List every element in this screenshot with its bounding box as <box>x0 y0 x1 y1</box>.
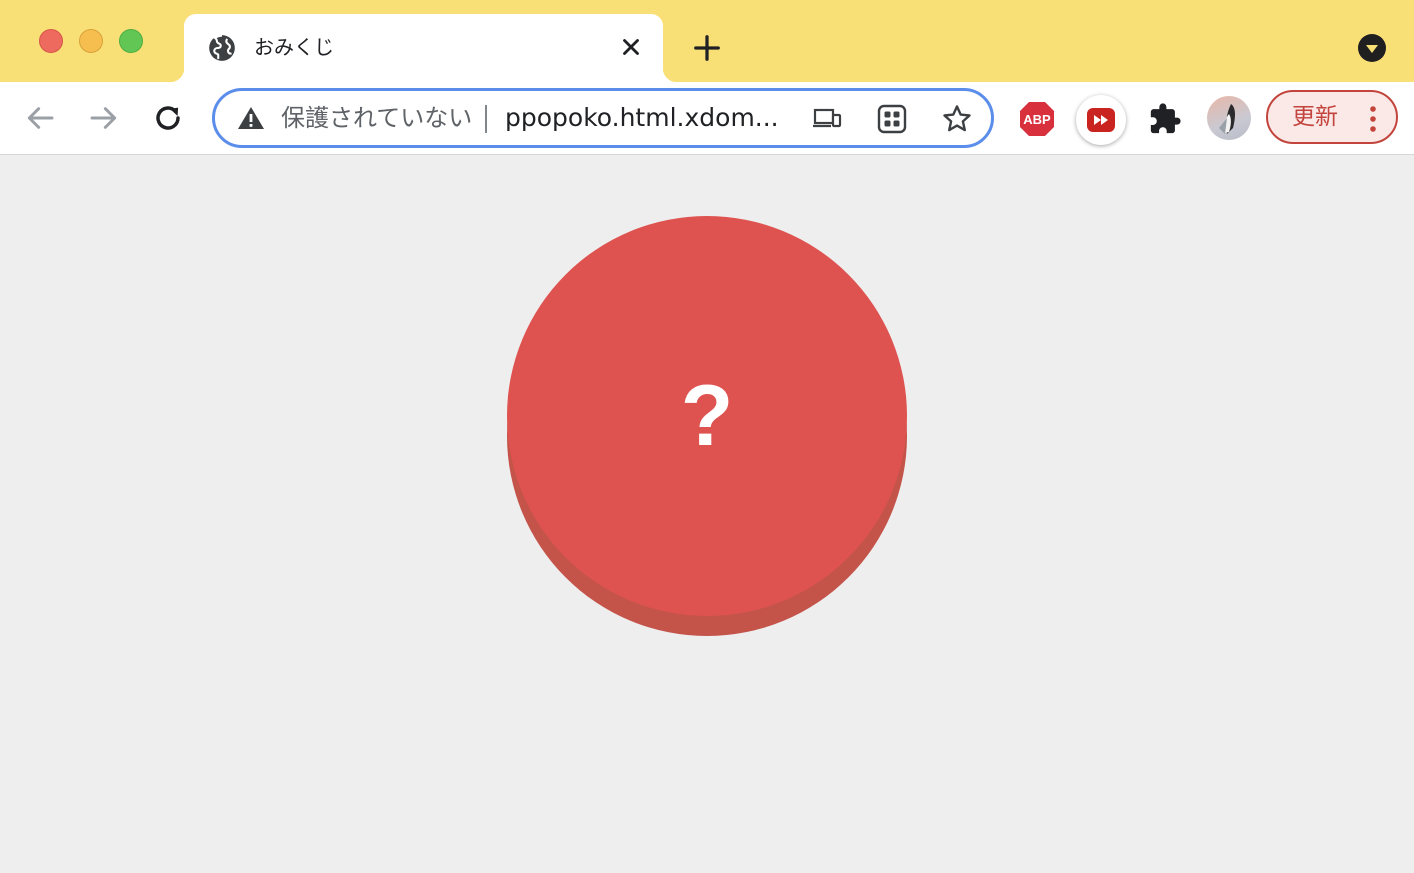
browser-titlebar: おみくじ <box>0 0 1414 82</box>
globe-icon <box>209 34 235 61</box>
window-close-button[interactable] <box>39 29 63 53</box>
warning-icon[interactable] <box>237 105 265 131</box>
tab-title: おみくじ <box>254 35 334 59</box>
penguin-avatar-icon <box>1219 104 1235 134</box>
cast-device-icon[interactable] <box>811 103 843 135</box>
back-arrow-icon[interactable] <box>24 102 56 134</box>
omnibox-divider <box>485 105 487 133</box>
question-mark-label: ? <box>680 368 734 464</box>
video-extension-button[interactable] <box>1076 95 1126 145</box>
omikuji-button[interactable]: ? <box>507 216 907 636</box>
new-tab-button[interactable] <box>692 33 722 63</box>
bookmark-star-icon[interactable] <box>941 103 973 135</box>
window-minimize-button[interactable] <box>79 29 103 53</box>
url-text[interactable]: ppopoko.html.xdom... <box>505 103 779 133</box>
omikuji-button-face[interactable]: ? <box>507 216 907 616</box>
adblock-plus-icon[interactable]: ABP <box>1018 100 1056 138</box>
chevron-down-icon <box>1366 45 1378 53</box>
address-bar[interactable]: 保護されていない ppopoko.html.xdom... <box>212 88 994 148</box>
extensions-puzzle-icon[interactable] <box>1148 102 1182 136</box>
update-label: 更新 <box>1292 104 1338 130</box>
window-zoom-button[interactable] <box>119 29 143 53</box>
forward-arrow-icon[interactable] <box>88 102 120 134</box>
profile-avatar[interactable] <box>1207 96 1251 140</box>
tab-search-button[interactable] <box>1358 34 1386 62</box>
more-menu-icon[interactable] <box>1368 105 1378 133</box>
security-status-label[interactable]: 保護されていない <box>281 103 473 133</box>
update-button[interactable]: 更新 <box>1266 90 1398 144</box>
qr-code-icon[interactable] <box>876 103 908 135</box>
browser-toolbar: 保護されていない ppopoko.html.xdom... ABP 更新 <box>0 82 1414 155</box>
close-icon[interactable] <box>618 34 644 60</box>
reload-icon[interactable] <box>152 102 184 134</box>
fast-forward-icon <box>1087 108 1115 132</box>
svg-text:ABP: ABP <box>1023 112 1051 127</box>
active-tab[interactable]: おみくじ <box>170 14 677 82</box>
